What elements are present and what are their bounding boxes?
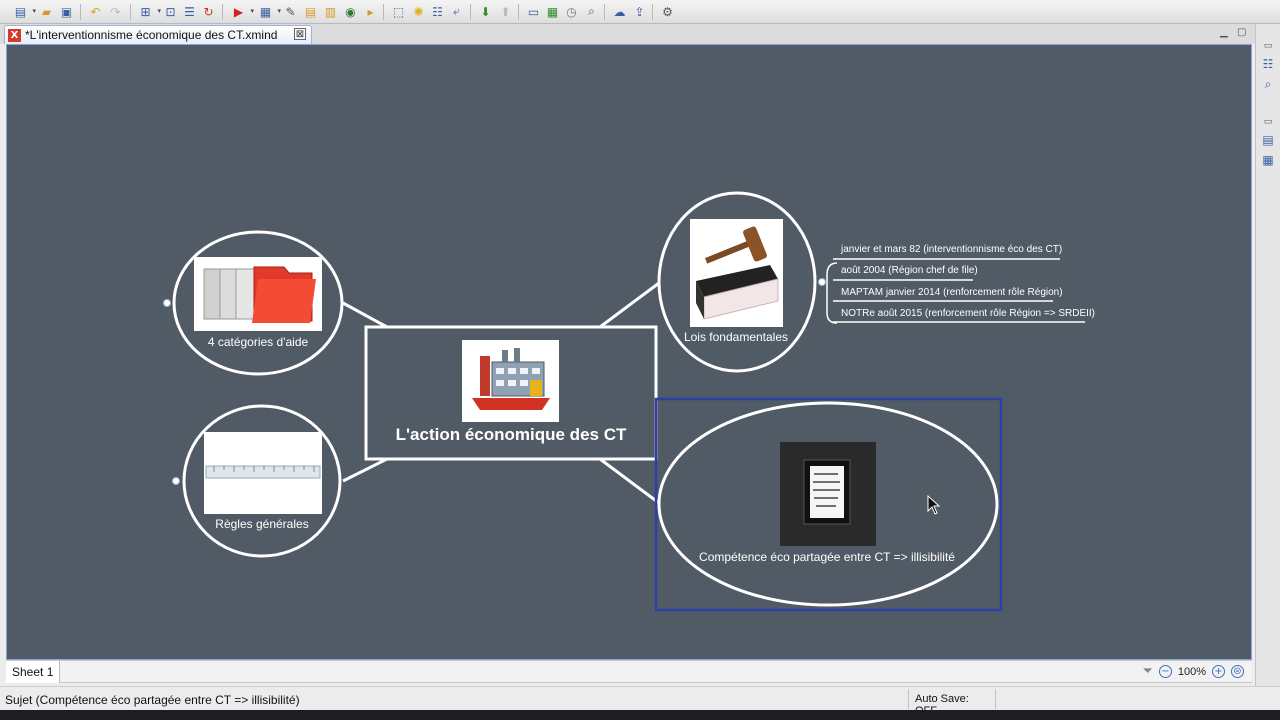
sheet-bar: Sheet 1 ⏷ − 100% + ⊜	[6, 660, 1252, 683]
toolbar-separator	[222, 4, 223, 20]
toolbar-separator	[604, 4, 605, 20]
link-lois	[599, 281, 660, 329]
idea-bulb-icon[interactable]: ✺	[410, 3, 427, 20]
zoom-find-icon[interactable]: ⌕	[583, 3, 600, 20]
close-tab-icon[interactable]: ⊠	[294, 28, 306, 40]
maximize-editor-icon[interactable]: ▢	[1237, 27, 1246, 38]
subtopic-lois-2[interactable]: août 2004 (Région chef de file)	[841, 265, 978, 276]
insert-subtopic-icon[interactable]: ⊡	[162, 3, 179, 20]
notes-icon[interactable]: ▥	[322, 3, 339, 20]
outline-view-icon[interactable]: ☷	[1260, 56, 1276, 72]
drill-down-icon[interactable]: ⬇	[477, 3, 494, 20]
callout-icon[interactable]: ⤶	[448, 3, 465, 20]
share-icon[interactable]: ⇪	[631, 3, 648, 20]
ruler-image	[204, 432, 322, 514]
mind-map-canvas[interactable]: 4 catégories d'aide Règles générales Loi…	[6, 44, 1252, 660]
collapse-handle-aide	[163, 299, 171, 307]
topic-regles-label[interactable]: Règles générales	[182, 517, 342, 531]
topic-competence-label[interactable]: Compétence éco partagée entre CT => illi…	[667, 550, 987, 564]
markers-view-icon[interactable]: ▦	[1260, 152, 1276, 168]
image-icon[interactable]: ▦	[257, 3, 281, 20]
mouse-cursor	[927, 494, 941, 515]
link-regles	[342, 457, 388, 483]
redo-icon[interactable]: ↷	[107, 3, 124, 20]
os-dock-strip	[0, 710, 1280, 720]
filter-funnel-icon[interactable]: ⏷	[1142, 664, 1152, 679]
upload-cloud-icon[interactable]: ☁	[611, 3, 628, 20]
collapse-handle-lois	[818, 278, 826, 286]
drill-up-icon[interactable]: ⬆	[497, 3, 514, 20]
new-icon[interactable]: ▤	[12, 3, 36, 20]
status-bar: Sujet (Compétence éco partagée entre CT …	[0, 686, 1280, 717]
toolbar-separator	[80, 4, 81, 20]
factory-image	[462, 340, 559, 422]
undo-icon[interactable]: ↶	[87, 3, 104, 20]
toolbar-separator	[130, 4, 131, 20]
relationship-icon[interactable]: ↻	[200, 3, 217, 20]
zoom-out-icon[interactable]: −	[1158, 665, 1172, 678]
xmind-file-icon: X	[8, 28, 21, 42]
zoom-controls: ⏷ − 100% + ⊜	[1142, 664, 1244, 679]
insert-topic-icon[interactable]: ⊞	[137, 3, 161, 20]
clock-icon[interactable]: ◷	[563, 3, 580, 20]
document-tab[interactable]: X *L'interventionnisme économique des CT…	[4, 25, 312, 44]
insert-detached-icon[interactable]: ☰	[181, 3, 198, 20]
overview-zoom-icon[interactable]: ⌕	[1260, 76, 1276, 92]
open-folder-icon[interactable]: ▰	[38, 3, 55, 20]
properties-view-icon[interactable]: ▤	[1260, 132, 1276, 148]
main-toolbar: ▤ ▰ ▣ ↶ ↷ ⊞ ⊡ ☰ ↻ ▶ ▦ ✎ ▤ ▥ ◉ ▸ ⬚ ✺ ☷ ⤶ …	[0, 0, 1280, 24]
link-competence	[599, 457, 660, 505]
editor-tab-bar: X *L'interventionnisme économique des CT…	[0, 24, 1255, 44]
collapse-handle-regles	[172, 477, 180, 485]
label-icon[interactable]: ▤	[302, 3, 319, 20]
toolbar-separator	[652, 4, 653, 20]
map-connections	[163, 191, 1085, 612]
autosave-status[interactable]: Auto Save: OFF	[908, 689, 996, 717]
spreadsheet-icon[interactable]: ▦	[544, 3, 561, 20]
selection-status: Sujet (Compétence éco partagée entre CT …	[5, 693, 300, 707]
zoom-level: 100%	[1177, 665, 1206, 678]
restore-panel-icon[interactable]: ▭	[1260, 114, 1276, 130]
folders-image	[194, 257, 322, 331]
toolbar-separator	[470, 4, 471, 20]
document-tab-title: *L'interventionnisme économique des CT.x…	[25, 28, 278, 42]
restore-panel-icon[interactable]: ▭	[1260, 38, 1276, 54]
summary-icon[interactable]: ☷	[429, 3, 446, 20]
attachment-icon[interactable]: ✎	[282, 3, 299, 20]
boundary-icon[interactable]: ⬚	[390, 3, 407, 20]
toolbar-separator	[518, 4, 519, 20]
link-aide	[342, 301, 388, 329]
minimize-editor-icon[interactable]: ▁	[1220, 27, 1228, 38]
tablet-photo-image	[780, 442, 876, 546]
subtopic-lois-3[interactable]: MAPTAM janvier 2014 (renforcement rôle R…	[841, 287, 1063, 298]
subtopic-lois-1[interactable]: janvier et mars 82 (interventionnisme éc…	[841, 244, 1062, 255]
save-icon[interactable]: ▣	[58, 3, 75, 20]
zoom-in-icon[interactable]: +	[1212, 665, 1225, 678]
topic-aide-label[interactable]: 4 catégories d'aide	[178, 335, 338, 349]
subtopic-bracket	[826, 262, 838, 324]
right-side-panel: ▭ ☷ ⌕ ▭ ▤ ▦	[1255, 24, 1280, 686]
topic-lois-label[interactable]: Lois fondamentales	[666, 330, 806, 344]
fit-map-icon[interactable]: ⊜	[1231, 665, 1244, 678]
outliner-icon[interactable]: ▭	[525, 3, 542, 20]
sheet-tab[interactable]: Sheet 1	[6, 661, 61, 683]
hyperlink-globe-icon[interactable]: ◉	[342, 3, 359, 20]
settings-gear-icon[interactable]: ⚙	[659, 3, 676, 20]
gavel-book-image	[690, 219, 783, 327]
marker-icon[interactable]: ▸	[362, 3, 379, 20]
toolbar-separator	[383, 4, 384, 20]
subtopic-lois-4[interactable]: NOTRe août 2015 (renforcement rôle Régio…	[841, 308, 1095, 319]
presentation-play-icon[interactable]: ▶	[230, 3, 254, 20]
central-topic-label[interactable]: L'action économique des CT	[369, 425, 653, 445]
